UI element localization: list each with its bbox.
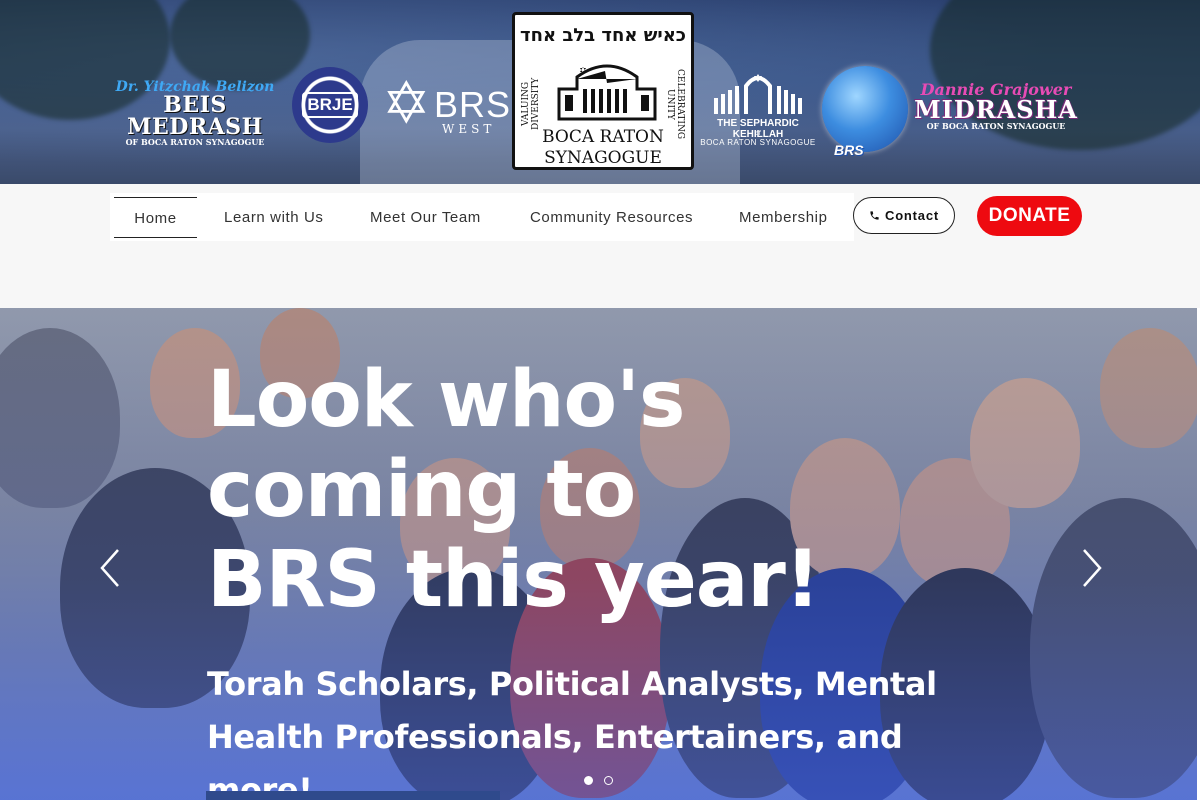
brs-west-logo[interactable]: ✡ BRS WEST (382, 69, 510, 138)
beis-medrash-sub: OF BOCA RATON SYNAGOGUE (125, 137, 265, 147)
brs-west-sub: WEST (442, 122, 496, 136)
midrasha-sub: OF BOCA RATON SYNAGOGUE (926, 121, 1066, 131)
slide-indicators (584, 776, 613, 785)
boca-raton-synagogue-logo[interactable]: כאיש אחד בלב אחד VALUING DIVERSITY CELEB… (512, 12, 694, 170)
globe-icon (822, 66, 908, 152)
slide-dot-2[interactable] (604, 776, 613, 785)
nav-item-home[interactable]: Home (114, 197, 197, 238)
contact-label: Contact (885, 208, 939, 223)
main-logo-line1: BOCA RATON (542, 127, 664, 147)
contact-button[interactable]: Contact (853, 197, 955, 234)
star-of-david-icon: ✡ (382, 69, 431, 137)
hero-cta-button[interactable] (206, 791, 500, 800)
brje-logo[interactable]: BRJE (292, 67, 368, 143)
midrasha-name: MIDRASHA (914, 95, 1078, 124)
main-logo-hebrew: כאיש אחד בלב אחד (520, 25, 686, 46)
nav-item-membership[interactable]: Membership (739, 197, 828, 238)
phone-icon (870, 211, 879, 220)
brje-mark: BRJE (302, 92, 358, 118)
brs-globe-logo[interactable]: BRS (820, 66, 908, 160)
arches-icon (714, 74, 802, 114)
globe-tag: BRS (834, 142, 864, 158)
midrasha-logo[interactable]: Dannie Grajower MIDRASHA OF BOCA RATON S… (910, 82, 1082, 138)
main-logo-line2: SYNAGOGUE (544, 148, 662, 168)
sephardic-sub: BOCA RATON SYNAGOGUE (700, 138, 816, 147)
nav-item-community-resources[interactable]: Community Resources (530, 197, 693, 238)
sephardic-of: of (755, 130, 761, 137)
palm-tree-decoration (170, 0, 310, 90)
hero-title: Look who's coming to BRS this year! (207, 355, 820, 625)
sephardic-kehillah-logo[interactable]: THE SEPHARDIC KEHILLAH of BOCA RATON SYN… (696, 68, 820, 150)
nav-item-meet-our-team[interactable]: Meet Our Team (370, 197, 481, 238)
donate-button[interactable]: DONATE (977, 196, 1082, 236)
header-banner: Dr. Yitzchak Belizon BEIS MEDRASH OF BOC… (0, 0, 1200, 184)
beis-medrash-name: BEIS MEDRASH (127, 92, 263, 140)
chevron-left-icon[interactable] (98, 548, 122, 588)
beis-medrash-logo[interactable]: Dr. Yitzchak Belizon BEIS MEDRASH OF BOC… (110, 80, 280, 146)
brs-west-name: BRS (434, 84, 512, 125)
nav-item-learn-with-us[interactable]: Learn with Us (224, 197, 324, 238)
chevron-right-icon[interactable] (1080, 548, 1104, 588)
slide-dot-1[interactable] (584, 776, 593, 785)
synagogue-building-icon (557, 64, 657, 121)
